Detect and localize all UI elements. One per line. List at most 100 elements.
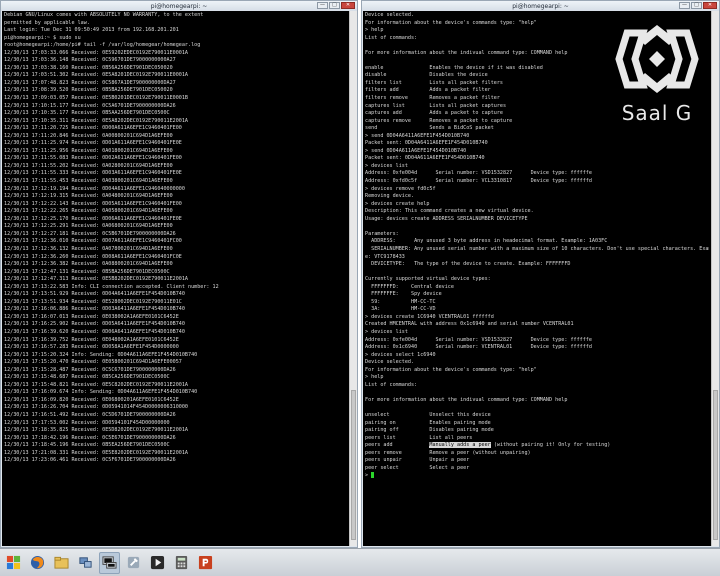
console-line: 12/30/13 17:13:51.929 Received: 0D04A641…: [4, 291, 185, 298]
console-line: Description: This command creates a new …: [365, 208, 534, 215]
windows-taskbar: [0, 548, 720, 576]
console-line: 12/30/13 17:18:35.825 Received: 0E5D8202…: [4, 427, 189, 434]
console-line: Address: 0xfe004d Serial number: VSD1532…: [365, 336, 592, 343]
console-line: Address: 0xfd0c5f Serial number: VCL3310…: [365, 178, 592, 185]
console-line: 12/30/13 17:12:22.143 Received: 0D05A611…: [4, 200, 182, 207]
console-line: 12/30/13 17:13:51.934 Received: 0E528002…: [4, 298, 182, 305]
taskbar-calculator[interactable]: [171, 552, 192, 574]
maximize-button[interactable]: □: [329, 2, 340, 9]
taskbar-file-explorer[interactable]: [51, 552, 72, 574]
console-line: unselect Unselect this device: [365, 411, 491, 418]
console-line: 12/30/13 17:12:27.181 Received: 0C5B6701…: [4, 230, 176, 237]
console-prompt[interactable]: >: [365, 472, 709, 480]
console-line: 12/30/13 17:16:57.283 Received: 0D058A1A…: [4, 344, 179, 351]
console-text: peers add: [365, 442, 430, 449]
powerpoint-icon: [198, 555, 213, 570]
console-line: 12/30/13 17:21:08.331 Received: 0E5E8202…: [4, 449, 189, 456]
right-terminal-window[interactable]: pi@homegearpi: ~ — □ ✕ Device selected. F…: [361, 0, 720, 548]
console-line: 12/30/13 17:11:55.333 Received: 0D03A611…: [4, 170, 182, 177]
console-line: FFFFFFFE: Spy device: [365, 291, 442, 298]
console-line: Debian GNU/Linux comes with ABSOLUTELY N…: [4, 12, 204, 18]
console-line: DEVICETYPE: The type of the device to cr…: [365, 261, 571, 268]
console-line: For more information about the indivual …: [365, 396, 568, 403]
console-line: For information about the device's comma…: [365, 366, 537, 373]
right-scrollbar[interactable]: [711, 11, 719, 546]
console-line: 12/30/13 17:10:15.177 Received: 0C5A6701…: [4, 102, 176, 109]
console-line: 12/30/13 17:16:51.492 Received: 0C5D6701…: [4, 411, 176, 418]
console-line: > help: [365, 374, 384, 381]
console-line: 12/30/13 17:12:25.170 Received: 0D06A611…: [4, 215, 182, 222]
console-line: permitted by applicable law.: [4, 19, 90, 26]
selected-text[interactable]: Manually adds a peer: [429, 442, 491, 449]
console-line: peers remove Remove a peer (without unpa…: [365, 449, 531, 456]
console-line: 12/30/13 17:12:36.382 Received: 0A088002…: [4, 261, 173, 268]
console-line: > send 0D04A611A6EFE1F454D010B740: [365, 147, 467, 154]
console-line: 12/30/13 17:11:25.974 Received: 0D01A611…: [4, 140, 182, 147]
console-line: 12/30/13 17:12:36.132 Received: 0A078002…: [4, 245, 173, 252]
right-scrollbar-thumb[interactable]: [713, 390, 718, 540]
console-line: 12/30/13 17:15:48.821 Received: 0E5C8202…: [4, 381, 189, 388]
left-scrollbar-thumb[interactable]: [351, 390, 356, 540]
saal-g-logo-mark-icon: [615, 25, 699, 93]
taskbar-network-tool[interactable]: [75, 552, 96, 574]
console-line: 12/30/13 17:12:19.194 Received: 0D04A611…: [4, 185, 185, 192]
console-line: 12/30/13 17:12:36.260 Received: 0D08A611…: [4, 253, 182, 260]
minimize-button[interactable]: —: [679, 2, 690, 9]
console-line: 12/30/13 17:07:48.823 Received: 0C5867A1…: [4, 79, 176, 86]
console-line: 12/30/13 17:18:45.196 Received: 0B5EA256…: [4, 442, 170, 449]
console-line: pairing off Disables pairing mode: [365, 427, 494, 434]
console-line: 12/30/13 17:11:55.202 Received: 0A028002…: [4, 162, 173, 169]
putty-terminal-icon: [102, 556, 117, 569]
close-button[interactable]: ✕: [341, 2, 355, 9]
folder-icon: [54, 556, 69, 569]
console-line: 12/30/13 17:12:19.315 Received: 0A048002…: [4, 193, 173, 200]
console-line: 12/30/13 17:12:36.010 Received: 0D07A611…: [4, 238, 182, 245]
console-line: 12/30/13 17:11:20.725 Received: 0D00A611…: [4, 125, 182, 132]
firefox-icon: [30, 555, 45, 570]
taskbar-settings-tool[interactable]: [123, 552, 144, 574]
console-line: peer select Select a peer: [365, 464, 470, 471]
console-line: 12/30/13 17:16:39.620 Received: 0D06A641…: [4, 328, 185, 335]
console-line: 12/30/13 17:16:06.886 Received: 0D03A641…: [4, 306, 185, 313]
close-button[interactable]: ✕: [703, 2, 717, 9]
saal-g-logo: Saal G: [605, 19, 709, 129]
console-line: Currently supported virtual device types…: [365, 276, 491, 283]
console-line: peers list List all peers: [365, 434, 473, 441]
console-line: 12/30/13 17:08:39.520 Received: 0B5BA256…: [4, 87, 173, 94]
console-line: 12/30/13 17:23:06.461 Received: 0C5F6701…: [4, 457, 176, 464]
console-line: Removing device.: [365, 193, 415, 200]
console-line: 12/30/13 17:16:26.704 Received: 0D059410…: [4, 404, 189, 411]
console-line: 12/30/13 17:11:25.956 Received: 0A018002…: [4, 147, 173, 154]
logo-text: Saal G: [621, 101, 693, 125]
console-line: 12/30/13 17:03:33.066 Received: 0E59202E…: [4, 49, 189, 56]
console-line: pi@homegearpi:~ $ sudo su: [4, 34, 81, 41]
wrench-icon: [127, 556, 140, 569]
console-line: 12/30/13 17:03:51.302 Received: 0E5A8201…: [4, 72, 189, 79]
right-window-titlebar[interactable]: pi@homegearpi: ~ — □ ✕: [362, 1, 719, 11]
console-line: 12/30/13 17:09:03.057 Received: 0E5B0201…: [4, 95, 189, 102]
console-line: 59: HM-CC-TC: [365, 298, 436, 305]
taskbar-firefox[interactable]: [27, 552, 48, 574]
console-line: Usage: devices create ADDRESS SERIALNUMB…: [365, 215, 528, 222]
taskbar-putty[interactable]: [99, 551, 120, 574]
left-terminal-window[interactable]: pi@homegearpi: ~ — □ ✕ Debian GNU/Linux …: [0, 0, 358, 548]
console-line: 12/30/13 17:12:47.131 Received: 0B5BA256…: [4, 268, 170, 275]
console-line: Device selected.: [365, 359, 415, 366]
console-line: 12/30/13 17:15:48.687 Received: 0B5CA256…: [4, 374, 170, 381]
start-button[interactable]: [3, 552, 24, 574]
console-line: 12/30/13 17:12:22.265 Received: 0A058002…: [4, 208, 173, 215]
console-line: pairing on Enables pairing mode: [365, 419, 491, 426]
console-line: 12/30/13 17:16:07.013 Received: 0E038002…: [4, 313, 179, 320]
text-cursor: [371, 472, 375, 479]
left-window-titlebar[interactable]: pi@homegearpi: ~ — □ ✕: [1, 1, 357, 11]
taskbar-powerpoint[interactable]: [195, 552, 216, 574]
console-line: 12/30/13 17:03:36.148 Received: 0C596701…: [4, 57, 176, 64]
left-scrollbar[interactable]: [349, 11, 357, 546]
minimize-button[interactable]: —: [317, 2, 328, 9]
maximize-button[interactable]: □: [691, 2, 702, 9]
taskbar-media-player[interactable]: [147, 552, 168, 574]
console-line: > devices create help: [365, 200, 430, 207]
left-console-output[interactable]: Debian GNU/Linux comes with ABSOLUTELY N…: [2, 11, 349, 546]
